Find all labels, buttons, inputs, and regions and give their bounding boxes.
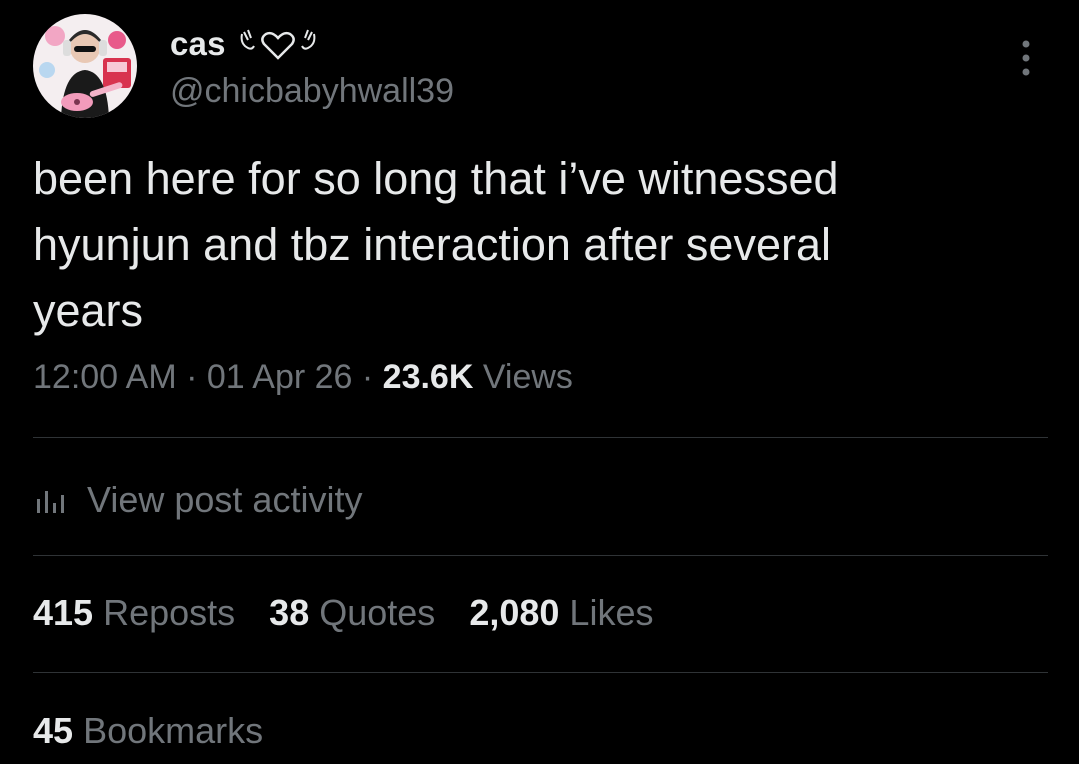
bookmarks-count: 45 [33,710,74,751]
view-post-activity-button[interactable]: View post activity [33,476,362,524]
meta-separator: · [352,358,383,396]
bookmarks-label: Bookmarks [83,710,264,751]
quotes-stat[interactable]: 38 Quotes [269,592,435,634]
post-meta: 12:00 AM · 01 Apr 26 · 23.6K Views [33,358,573,397]
display-name[interactable]: cas [170,25,226,63]
post-time[interactable]: 12:00 AM [33,358,177,396]
reposts-stat[interactable]: 415 Reposts [33,592,235,634]
quotes-label: Quotes [319,592,436,633]
reposts-label: Reposts [103,592,236,633]
bar-chart-icon [37,491,64,513]
author-name-row[interactable]: cas [170,22,318,66]
view-post-activity-label: View post activity [87,479,363,520]
reposts-count: 415 [33,592,94,633]
likes-count: 2,080 [469,592,560,633]
meta-separator: · [176,358,207,396]
post-date[interactable]: 01 Apr 26 [207,358,353,396]
avatar[interactable] [33,14,137,118]
bookmarks-stat[interactable]: 45 Bookmarks [33,710,263,752]
views-count: 23.6K [382,358,474,396]
post-text: been here for so long that i’ve witnesse… [33,153,839,336]
engagement-stats: 415 Reposts 38 Quotes 2,080 Likes [33,592,687,634]
likes-label: Likes [569,592,654,633]
divider [33,437,1048,438]
divider [33,672,1048,673]
more-vertical-icon [1022,40,1030,76]
avatar-image [33,14,137,118]
quotes-count: 38 [269,592,310,633]
angel-heart-emoji [240,29,316,60]
handle[interactable]: @chicbabyhwall39 [170,72,454,111]
more-options-button[interactable] [1008,36,1044,80]
divider [33,555,1048,556]
likes-stat[interactable]: 2,080 Likes [469,592,653,634]
views-label: Views [482,358,573,396]
